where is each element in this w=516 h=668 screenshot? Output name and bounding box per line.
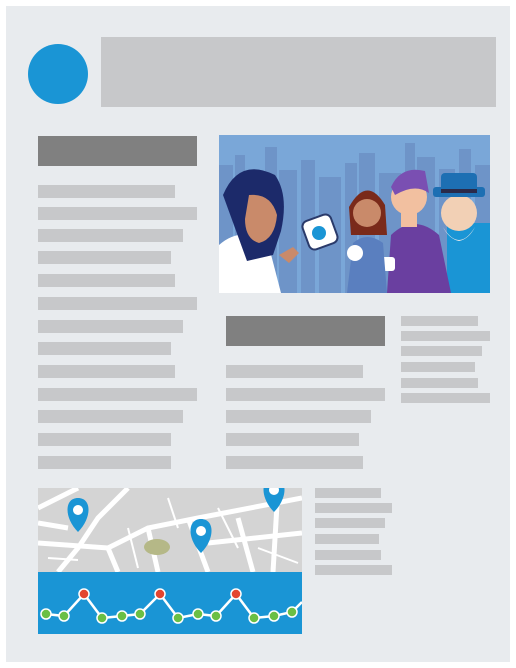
text-line	[38, 297, 197, 310]
text-line	[401, 393, 490, 403]
chart-strip-point	[116, 610, 128, 622]
text-line	[226, 410, 371, 423]
text-line	[38, 251, 171, 264]
text-line	[38, 229, 183, 242]
chart-strip-point	[192, 608, 204, 620]
chart-strip-point	[78, 588, 90, 600]
text-line	[401, 362, 475, 372]
text-line	[315, 503, 392, 513]
map-widget[interactable]	[38, 488, 302, 634]
chart-strip-point	[154, 588, 166, 600]
text-line	[315, 565, 392, 575]
text-line	[401, 316, 478, 326]
chart-strip-point	[58, 610, 70, 622]
chart-strip-point	[230, 588, 242, 600]
chart-strip-point	[210, 610, 222, 622]
text-line	[38, 342, 171, 355]
text-line	[38, 207, 197, 220]
header-banner-placeholder	[101, 37, 496, 107]
text-line	[38, 388, 197, 401]
left-heading-placeholder	[38, 136, 197, 166]
text-line	[401, 331, 490, 341]
chart-strip-point	[134, 608, 146, 620]
text-line	[38, 274, 175, 287]
text-line	[226, 388, 385, 401]
chart-strip-point	[268, 610, 280, 622]
logo-icon[interactable]	[28, 44, 88, 104]
chart-strip-background	[38, 572, 302, 634]
illustration-svg	[219, 135, 490, 293]
text-line	[38, 456, 171, 469]
text-line	[226, 365, 363, 378]
text-line	[315, 550, 381, 560]
text-line	[38, 365, 175, 378]
text-line	[401, 378, 478, 388]
text-line	[38, 320, 183, 333]
text-line	[315, 518, 385, 528]
text-line	[38, 410, 183, 423]
text-line	[315, 488, 381, 498]
middle-heading-placeholder	[226, 316, 385, 346]
text-line	[38, 433, 171, 446]
chart-strip-point	[40, 608, 52, 620]
map-svg	[38, 488, 302, 634]
people-illustration	[219, 135, 490, 293]
text-line	[38, 185, 175, 198]
chart-strip-point	[248, 612, 260, 624]
chart-strip-point	[96, 612, 108, 624]
chart-strip-point	[172, 612, 184, 624]
text-line	[226, 456, 363, 469]
text-line	[226, 433, 359, 446]
chart-strip-point	[286, 606, 298, 618]
park-area	[144, 539, 170, 555]
text-line	[401, 346, 482, 356]
text-line	[315, 534, 379, 544]
